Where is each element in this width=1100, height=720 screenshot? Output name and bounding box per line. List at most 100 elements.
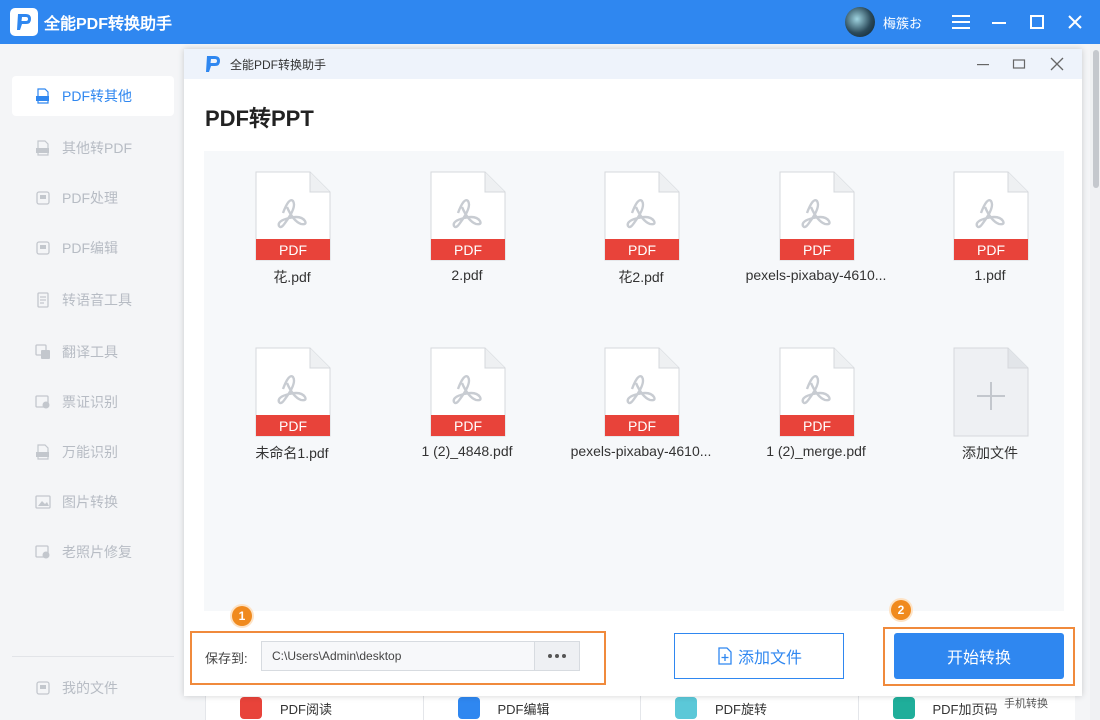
- browse-button[interactable]: [534, 641, 580, 671]
- file-item[interactable]: PDF 1.pdf: [905, 171, 1075, 301]
- tool-pdf-read[interactable]: PDF阅读: [205, 696, 423, 720]
- photo-icon: [34, 543, 52, 561]
- pdf-file-icon: PDF: [430, 171, 506, 261]
- sidebar-item-pdf-edit[interactable]: PDF编辑: [12, 228, 174, 268]
- file-name: 添加文件: [962, 445, 1018, 461]
- sidebar-item-label: 万能识别: [62, 444, 118, 460]
- add-file-tile[interactable]: 添加文件: [905, 347, 1075, 477]
- app-title: 全能PDF转换助手: [44, 16, 173, 33]
- sidebar-item-photo-restore[interactable]: 老照片修复: [12, 532, 174, 572]
- close-icon[interactable]: [1038, 49, 1076, 79]
- sidebar-item-pdf-process[interactable]: PDF处理: [12, 178, 174, 218]
- sidebar-item-translate[interactable]: 翻译工具: [12, 332, 174, 372]
- dialog-title: 全能PDF转换助手: [230, 57, 327, 72]
- file-item[interactable]: PDF 2.pdf: [382, 171, 552, 301]
- file-name: 花2.pdf: [618, 269, 664, 285]
- sidebar-item-voice-tool[interactable]: 转语音工具: [12, 280, 174, 320]
- file-item[interactable]: PDF pexels-pixabay-4610...: [556, 347, 726, 477]
- pdf-icon: [34, 443, 52, 461]
- sidebar-item-label: PDF编辑: [62, 240, 118, 256]
- maximize-icon[interactable]: [1018, 0, 1056, 44]
- file-name: 2.pdf: [451, 267, 483, 283]
- file-name: pexels-pixabay-4610...: [570, 443, 712, 459]
- file-name: 1.pdf: [974, 267, 1006, 283]
- page-title: PDF转PPT: [205, 106, 314, 131]
- sidebar-item-label: 我的文件: [62, 680, 118, 696]
- background-tools-strip: PDF阅读 PDF编辑 PDF旋转 PDF加页码: [205, 696, 1075, 720]
- phone-convert-link[interactable]: 手机转换: [1004, 695, 1048, 711]
- pdf-file-icon: PDF: [604, 171, 680, 261]
- svg-text:PDF: PDF: [454, 242, 482, 258]
- file-item[interactable]: PDF 花.pdf: [207, 171, 377, 301]
- save-to-label: 保存到:: [205, 651, 248, 666]
- svg-text:PDF: PDF: [454, 418, 482, 434]
- tool-pdf-edit[interactable]: PDF编辑: [422, 696, 640, 720]
- username[interactable]: 梅簇お: [883, 13, 922, 32]
- sidebar-item-label: PDF处理: [62, 190, 118, 206]
- translate-icon: [34, 343, 52, 361]
- folder-icon: [34, 679, 52, 697]
- sidebar-item-label: 票证识别: [62, 394, 118, 410]
- file-list: PDF 花.pdf PDF 2.pdf PDF 花2.pdf PDF pexels-pixab…: [204, 151, 1064, 611]
- svg-text:PDF: PDF: [977, 242, 1005, 258]
- pdf-edit-icon: [457, 697, 480, 719]
- sidebar-divider: [12, 656, 174, 657]
- file-item[interactable]: PDF 1 (2)_merge.pdf: [731, 347, 901, 477]
- menu-icon[interactable]: [942, 0, 980, 44]
- add-file-button-label: 添加文件: [737, 650, 802, 667]
- tool-label: PDF阅读: [280, 701, 333, 717]
- maximize-icon[interactable]: [1000, 49, 1038, 79]
- sidebar-item-universal-recognition[interactable]: 万能识别: [12, 432, 174, 472]
- sidebar-item-other-to-pdf[interactable]: 其他转PDF: [12, 128, 174, 168]
- scrollbar-thumb[interactable]: [1093, 50, 1099, 188]
- svg-text:PDF: PDF: [803, 242, 831, 258]
- sidebar-item-label: PDF转其他: [62, 88, 132, 104]
- pdf-icon: [34, 139, 52, 157]
- pdf-file-icon: PDF: [604, 347, 680, 437]
- add-file-icon: [718, 647, 732, 665]
- svg-text:PDF: PDF: [803, 418, 831, 434]
- pdf-process-icon: [34, 189, 52, 207]
- file-item[interactable]: PDF 花2.pdf: [556, 171, 726, 301]
- file-name: 1 (2)_4848.pdf: [421, 443, 513, 459]
- close-icon[interactable]: [1056, 0, 1094, 44]
- sidebar-item-image-convert[interactable]: 图片转换: [12, 482, 174, 522]
- add-file-button[interactable]: 添加文件: [674, 633, 844, 679]
- pdf-rotate-icon: [675, 697, 697, 719]
- id-card-icon: [34, 393, 52, 411]
- tool-pdf-rotate[interactable]: PDF旋转: [640, 696, 858, 720]
- file-name: 未命名1.pdf: [255, 445, 329, 461]
- sidebar-item-label: 图片转换: [62, 494, 118, 510]
- sidebar-item-label: 转语音工具: [62, 292, 132, 308]
- file-name: 1 (2)_merge.pdf: [766, 443, 866, 459]
- step-badge-2: 2: [891, 600, 911, 620]
- sidebar-item-label: 其他转PDF: [62, 140, 132, 156]
- sidebar-item-label: 翻译工具: [62, 344, 118, 360]
- step-badge-1: 1: [232, 606, 252, 626]
- tool-label: PDF加页码: [932, 701, 998, 717]
- svg-text:PDF: PDF: [628, 242, 656, 258]
- file-item[interactable]: PDF 未命名1.pdf: [207, 347, 377, 477]
- app-logo-icon: [10, 8, 38, 36]
- minimize-icon[interactable]: [980, 0, 1018, 44]
- minimize-icon[interactable]: [964, 49, 1002, 79]
- file-item[interactable]: PDF pexels-pixabay-4610...: [731, 171, 901, 301]
- sidebar-item-pdf-to-other[interactable]: PDF转其他: [12, 76, 174, 116]
- pdf-read-icon: [240, 697, 262, 719]
- start-convert-button[interactable]: 开始转换: [894, 633, 1064, 679]
- save-path-input[interactable]: [261, 641, 535, 671]
- app-title-bar: 全能PDF转换助手 梅簇お: [0, 0, 1100, 44]
- add-file-icon: [953, 347, 1029, 437]
- pdf-edit-icon: [34, 239, 52, 257]
- avatar[interactable]: [844, 7, 875, 37]
- start-convert-button-label: 开始转换: [946, 650, 1011, 667]
- convert-dialog: 全能PDF转换助手 PDF转PPT PDF 花.pdf PDF 2.pdf PDF 花2.…: [184, 49, 1082, 696]
- file-item[interactable]: PDF 1 (2)_4848.pdf: [382, 347, 552, 477]
- sidebar-item-ticket-recognition[interactable]: 票证识别: [12, 382, 174, 422]
- sidebar-item-label: 老照片修复: [62, 544, 132, 560]
- tool-label: PDF编辑: [497, 701, 550, 717]
- pdf-file-icon: PDF: [255, 347, 331, 437]
- svg-text:PDF: PDF: [279, 418, 307, 434]
- sidebar-item-my-files[interactable]: 我的文件: [12, 668, 174, 708]
- svg-text:PDF: PDF: [628, 418, 656, 434]
